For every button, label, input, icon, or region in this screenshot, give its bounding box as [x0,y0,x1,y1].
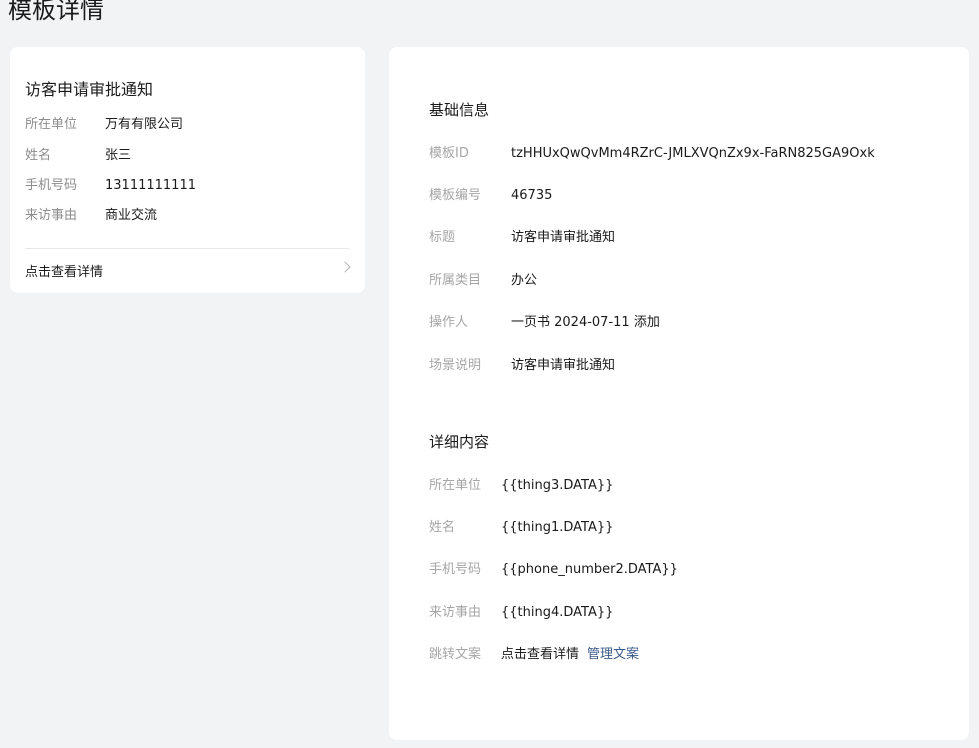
detail-value: 46735 [511,188,553,203]
detail-value: 一页书 2024-07-11 添加 [511,315,660,330]
content-label: 所在单位 [429,478,482,493]
detail-value: 访客申请审批通知 [511,230,616,245]
preview-label: 所在单位 [25,117,78,132]
preview-label: 姓名 [25,148,52,163]
content-value: {{thing1.DATA}} [501,520,614,535]
content-row-unit: 所在单位 {{thing3.DATA}} [429,476,613,496]
detail-value: 办公 [511,273,538,288]
detail-label: 所属类目 [429,273,482,288]
detail-row-title: 标题 访客申请审批通知 [429,228,615,248]
preview-value: 13111111111 [105,178,196,193]
content-value: 点击查看详情 [501,647,580,662]
preview-value: 商业交流 [105,208,158,223]
template-preview-card: 访客申请审批通知 所在单位 万有有限公司 姓名 张三 手机号码 13111111111… [10,47,365,293]
content-row-jump-text: 跳转文案 点击查看详情 管理文案 [429,645,639,665]
detail-row-template-id: 模板ID tzHHUxQwQvMm4RZrC-JMLXVQnZx9x-FaRN82… [429,144,875,164]
detail-label: 标题 [429,230,456,245]
preview-row-unit: 所在单位 万有有限公司 [25,115,183,135]
detail-value: tzHHUxQwQvMm4RZrC-JMLXVQnZx9x-FaRN825GA9… [511,146,875,161]
view-details-link[interactable]: 点击查看详情 [25,261,103,280]
content-value: {{phone_number2.DATA}} [501,562,678,577]
preview-row-phone: 手机号码 13111111111 [25,176,196,196]
section-title-basic: 基础信息 [429,101,490,119]
content-label: 来访事由 [429,605,482,620]
detail-label: 模板编号 [429,188,482,203]
preview-row-reason: 来访事由 商业交流 [25,206,157,226]
detail-row-template-number: 模板编号 46735 [429,186,552,206]
preview-value: 张三 [105,148,132,163]
preview-label: 来访事由 [25,208,78,223]
divider [25,248,349,249]
preview-label: 手机号码 [25,178,78,193]
detail-value: 访客申请审批通知 [511,358,616,373]
content-row-reason: 来访事由 {{thing4.DATA}} [429,603,613,623]
chevron-right-icon[interactable] [339,261,351,273]
content-row-phone: 手机号码 {{phone_number2.DATA}} [429,560,678,580]
detail-row-category: 所属类目 办公 [429,271,537,291]
manage-text-link[interactable]: 管理文案 [587,647,639,662]
template-detail-card: 基础信息 模板ID tzHHUxQwQvMm4RZrC-JMLXVQnZx9x-F… [389,47,969,740]
detail-label: 模板ID [429,146,469,161]
content-label: 手机号码 [429,562,482,577]
section-title-content: 详细内容 [429,433,490,451]
content-label: 姓名 [429,520,456,535]
preview-row-name: 姓名 张三 [25,146,131,166]
detail-label: 操作人 [429,315,469,330]
detail-row-operator: 操作人 一页书 2024-07-11 添加 [429,313,660,333]
detail-label: 场景说明 [429,358,482,373]
preview-title: 访客申请审批通知 [25,80,154,99]
page-title: 模板详情 [8,0,104,24]
preview-value: 万有有限公司 [105,117,184,132]
detail-row-scene: 场景说明 访客申请审批通知 [429,356,615,376]
content-label: 跳转文案 [429,647,482,662]
content-row-name: 姓名 {{thing1.DATA}} [429,518,613,538]
content-value: {{thing4.DATA}} [501,605,614,620]
content-value: {{thing3.DATA}} [501,478,614,493]
